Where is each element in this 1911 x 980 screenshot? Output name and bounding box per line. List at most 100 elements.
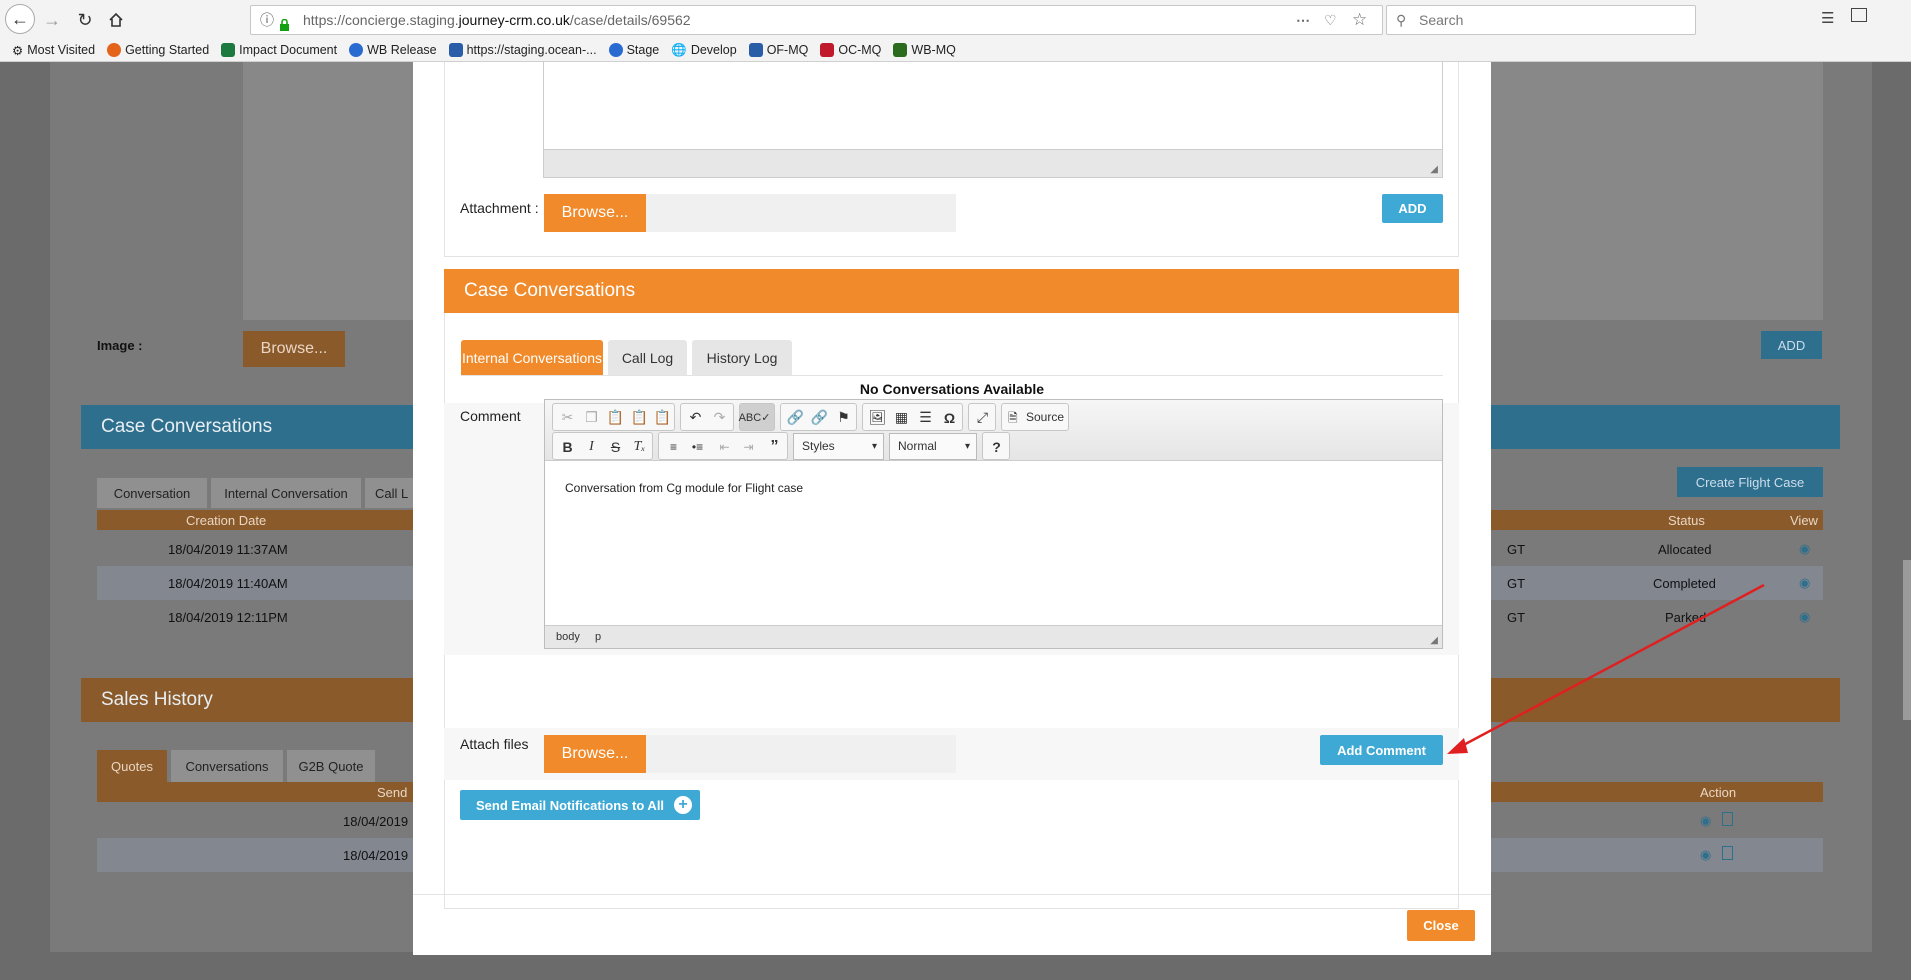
unlink-icon[interactable]: 🔗 — [807, 405, 832, 430]
close-button[interactable]: Close — [1407, 910, 1475, 941]
editor-toolbar: ✂ ❐ 📋 📋 📋 ↶ ↷ ABC✓ 🔗 🔗 ⚑ 🖼 ▦ ☰ Ω ⤢ 🗎 Sou… — [545, 400, 1442, 461]
url-bar[interactable]: ⓘ https://concierge.staging.journey-crm.… — [250, 5, 1383, 35]
attachment-browse-button[interactable]: Browse... — [544, 194, 646, 232]
gear-icon: ⚙ — [12, 43, 24, 58]
send-email-label: Send Email Notifications to All — [476, 797, 665, 813]
bg-tab-call-log: Call L — [365, 478, 413, 508]
bg-tab-conversation: Conversation — [97, 478, 207, 508]
eye-icon: ◉ — [1700, 847, 1712, 862]
lock-icon — [279, 13, 290, 31]
paste-icon[interactable]: 📋 — [603, 405, 628, 430]
attachment-file-input[interactable]: Browse... — [544, 194, 956, 232]
send-email-notifications-button[interactable]: Send Email Notifications to All + — [460, 790, 700, 820]
anchor-flag-icon[interactable]: ⚑ — [831, 405, 856, 430]
add-comment-button[interactable]: Add Comment — [1320, 735, 1443, 765]
styles-dropdown[interactable]: Styles — [793, 433, 884, 460]
bookmark-develop[interactable]: 🌐 Develop — [671, 43, 736, 58]
telegram-icon — [608, 43, 623, 57]
toolbar-group-undo: ↶ ↷ — [680, 403, 734, 431]
paste-text-icon[interactable]: 📋 — [627, 405, 652, 430]
globe-icon: 🌐 — [671, 42, 687, 57]
case-modal: ◢ Attachment : Browse... ADD Case Conver… — [413, 62, 1491, 955]
toolbar-group-help: ? — [982, 432, 1010, 460]
bookmark-of-mq[interactable]: OF-MQ — [748, 43, 808, 57]
page-scrollbar[interactable] — [1903, 560, 1911, 720]
path-body[interactable]: body — [556, 631, 580, 643]
tab-history-log[interactable]: History Log — [692, 340, 792, 375]
source-icon: 🗎 — [1008, 411, 1018, 425]
excel-icon — [221, 43, 236, 57]
url-text: https://concierge.staging.journey-crm.co… — [303, 12, 691, 28]
pocket-icon[interactable]: ♡ — [1324, 6, 1337, 34]
source-label: Source — [1026, 410, 1065, 424]
table-icon[interactable]: ▦ — [889, 405, 914, 430]
remove-format-icon[interactable]: Tₓ — [627, 434, 652, 459]
bookmark-oc-mq[interactable]: OC-MQ — [820, 43, 881, 57]
bold-icon[interactable]: B — [555, 434, 580, 459]
bookmark-star-icon[interactable]: ☆ — [1352, 6, 1367, 34]
back-icon[interactable]: ← — [5, 4, 35, 34]
strikethrough-icon[interactable]: S — [603, 434, 628, 459]
help-icon[interactable]: ? — [984, 434, 1009, 459]
bg-image-label: Image : — [97, 338, 143, 353]
attach-files-browse-button[interactable]: Browse... — [544, 735, 646, 773]
footer-divider — [413, 894, 1491, 895]
cut-icon[interactable]: ✂ — [555, 405, 580, 430]
tab-call-log[interactable]: Call Log — [608, 340, 687, 375]
italic-icon[interactable]: I — [579, 434, 604, 459]
maximize-icon[interactable]: ⤢ — [970, 405, 995, 430]
eye-icon: ◉ — [1799, 609, 1811, 624]
editor-path-bar: body p ◢ — [545, 625, 1442, 648]
sidebar-icon[interactable] — [1851, 8, 1867, 22]
source-button[interactable]: 🗎 Source — [1001, 403, 1069, 431]
tabs-divider — [461, 375, 1443, 376]
horizontal-line-icon[interactable]: ☰ — [913, 405, 938, 430]
top-editor-footer: ◢ — [543, 149, 1443, 178]
format-dropdown[interactable]: Normal — [889, 433, 977, 460]
comment-text-area[interactable]: Conversation from Cg module for Flight c… — [545, 462, 1442, 625]
numbered-list-icon[interactable]: ≡ — [661, 434, 686, 459]
toolbar-group-spellcheck: ABC✓ — [739, 403, 775, 431]
image-icon[interactable]: 🖼 — [865, 405, 890, 430]
special-char-icon[interactable]: Ω — [937, 405, 962, 430]
bookmark-staging-ocean[interactable]: https://staging.ocean-... — [448, 43, 597, 57]
resize-handle-icon[interactable]: ◢ — [1430, 164, 1438, 175]
eye-icon: ◉ — [1700, 813, 1712, 828]
eye-icon: ◉ — [1799, 541, 1811, 556]
attach-files-input[interactable]: Browse... — [544, 735, 956, 773]
more-icon[interactable]: ⋯ — [1296, 6, 1310, 34]
bg-browse-button: Browse... — [243, 331, 345, 367]
bookmark-wb-mq[interactable]: WB-MQ — [893, 43, 956, 57]
bg-tab-internal-conversation: Internal Conversation — [211, 478, 361, 508]
forward-icon[interactable]: → — [38, 6, 66, 34]
bulleted-list-icon[interactable]: •≡ — [685, 434, 710, 459]
search-input[interactable]: ⚲ Search — [1386, 5, 1696, 35]
indent-icon[interactable]: ⇥ — [736, 434, 761, 459]
path-p[interactable]: p — [595, 631, 601, 643]
bookmark-impact-document[interactable]: Impact Document — [221, 43, 337, 57]
info-icon[interactable]: ⓘ — [260, 6, 274, 34]
blockquote-icon[interactable]: ” — [762, 434, 787, 459]
library-icon[interactable]: ☰ — [1821, 9, 1834, 27]
spellcheck-icon[interactable]: ABC✓ — [739, 405, 771, 430]
link-icon[interactable]: 🔗 — [783, 405, 808, 430]
reload-icon[interactable]: ↻ — [71, 6, 99, 34]
bookmark-getting-started[interactable]: Getting Started — [107, 43, 209, 57]
resize-handle-icon[interactable]: ◢ — [1430, 635, 1438, 646]
bg-tab-quotes: Quotes — [97, 750, 167, 782]
flag-icon — [820, 43, 835, 57]
paste-word-icon[interactable]: 📋 — [650, 405, 675, 430]
bookmark-wb-release[interactable]: WB Release — [349, 43, 437, 57]
copy-icon[interactable]: ❐ — [579, 405, 604, 430]
outdent-icon[interactable]: ⇤ — [712, 434, 737, 459]
bookmark-most-visited[interactable]: ⚙ Most Visited — [12, 43, 95, 58]
plus-circle-icon: + — [674, 796, 692, 814]
home-icon[interactable] — [102, 6, 130, 34]
bookmark-stage[interactable]: Stage — [608, 43, 659, 57]
undo-icon[interactable]: ↶ — [683, 405, 708, 430]
add-attachment-button[interactable]: ADD — [1382, 194, 1443, 223]
document-icon — [1722, 812, 1733, 826]
tab-internal-conversations[interactable]: Internal Conversations — [461, 340, 603, 375]
redo-icon[interactable]: ↷ — [707, 405, 732, 430]
bg-tab-conversations: Conversations — [171, 750, 283, 782]
